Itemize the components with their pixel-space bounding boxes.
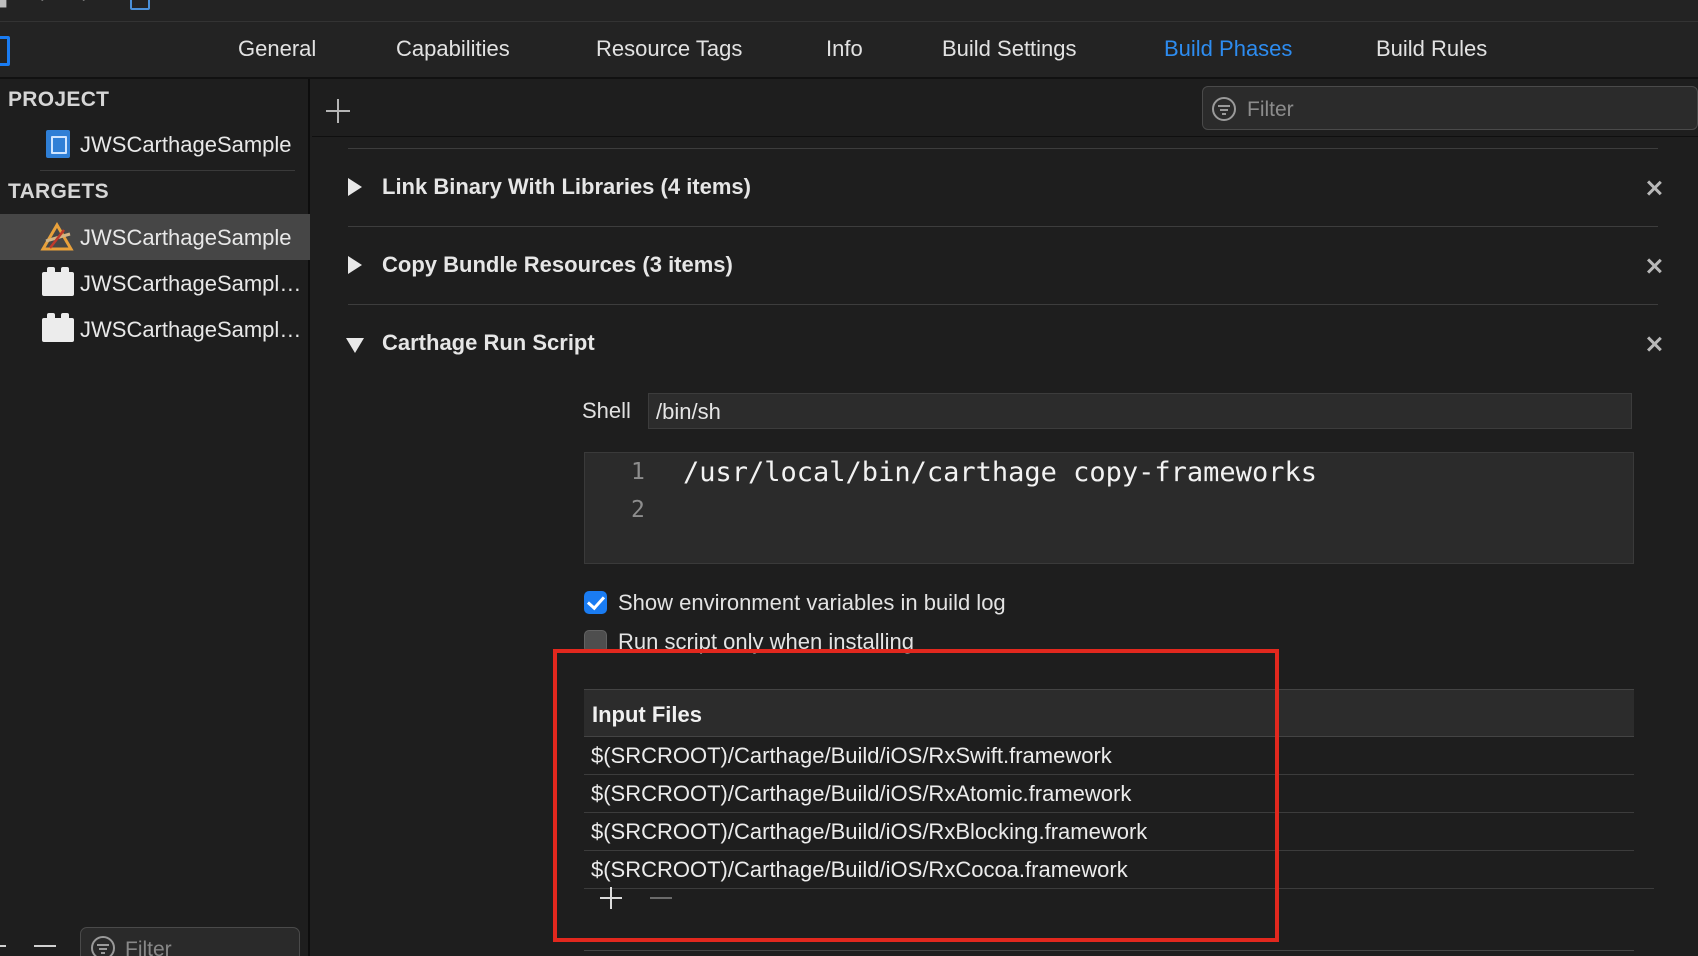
build-phases-editor: Filter Link Binary With Libraries (4 ite… xyxy=(312,79,1698,956)
sidebar-item-target-app[interactable]: JWSCarthageSample xyxy=(0,214,310,260)
delete-phase-run-script-button[interactable] xyxy=(1643,333,1665,355)
phase-title: Copy Bundle Resources (3 items) xyxy=(382,252,733,277)
phase-divider xyxy=(348,304,1658,305)
build-phases-filter-field[interactable]: Filter xyxy=(1202,86,1698,130)
show-env-vars-label: Show environment variables in build log xyxy=(618,590,1006,615)
line-number: 1 xyxy=(631,459,645,485)
tab-capabilities[interactable]: Capabilities xyxy=(396,36,510,62)
add-target-button[interactable] xyxy=(0,945,6,947)
input-files-header: Input Files xyxy=(584,689,1634,737)
sidebar-item-target-tests[interactable]: JWSCarthageSampleTests xyxy=(0,260,310,306)
phase-divider xyxy=(348,148,1658,149)
tab-build-phases[interactable]: Build Phases xyxy=(1164,36,1292,62)
sidebar-item-project[interactable]: JWSCarthageSample xyxy=(0,121,310,167)
shell-value: /bin/sh xyxy=(656,399,721,424)
tab-info[interactable]: Info xyxy=(826,36,863,62)
add-input-file-button[interactable] xyxy=(600,887,622,909)
sidebar-filter-field[interactable]: Filter xyxy=(80,927,300,956)
input-file-path: $(SRCROOT)/Carthage/Build/iOS/RxCocoa.fr… xyxy=(591,857,1128,882)
tab-general[interactable]: General xyxy=(238,36,316,62)
input-file-path: $(SRCROOT)/Carthage/Build/iOS/RxAtomic.f… xyxy=(591,781,1132,806)
line-number: 2 xyxy=(631,497,645,523)
disclosure-triangle-collapsed-icon[interactable] xyxy=(348,178,362,196)
disclosure-triangle-expanded-icon[interactable] xyxy=(346,338,364,353)
tab-build-rules[interactable]: Build Rules xyxy=(1376,36,1487,62)
filter-placeholder: Filter xyxy=(1247,98,1294,121)
input-file-row[interactable]: $(SRCROOT)/Carthage/Build/iOS/RxSwift.fr… xyxy=(584,737,1634,775)
shell-label: Shell xyxy=(582,398,631,423)
window-title-strip: ▌ ‹ › xyxy=(0,0,1698,22)
sidebar-divider xyxy=(40,170,295,171)
script-code-line: /usr/local/bin/carthage copy-frameworks xyxy=(683,457,1317,488)
input-file-path: $(SRCROOT)/Carthage/Build/iOS/RxSwift.fr… xyxy=(591,743,1112,768)
sidebar-item-target-uitests[interactable]: JWSCarthageSampleUITests xyxy=(0,306,310,352)
add-build-phase-button[interactable] xyxy=(326,99,350,123)
remove-target-button[interactable] xyxy=(34,945,56,947)
phase-copy-bundle-resources[interactable]: Copy Bundle Resources (3 items) xyxy=(348,246,1658,286)
project-section-header: PROJECT xyxy=(8,88,110,111)
phase-link-binary[interactable]: Link Binary With Libraries (4 items) xyxy=(348,168,1658,208)
run-only-installing-label: Run script only when installing xyxy=(618,629,914,654)
tab-resource-tags[interactable]: Resource Tags xyxy=(596,36,742,62)
bundle-icon xyxy=(42,313,74,342)
input-files-header-label: Input Files xyxy=(592,702,702,727)
remove-input-file-button[interactable] xyxy=(650,897,672,899)
sidebar-item-label: JWSCarthageSample xyxy=(80,132,292,157)
run-only-installing-checkbox[interactable] xyxy=(584,630,607,653)
shell-input[interactable]: /bin/sh xyxy=(648,393,1632,429)
show-env-vars-checkbox[interactable] xyxy=(584,591,607,614)
phase-title: Link Binary With Libraries (4 items) xyxy=(382,174,751,199)
script-editor[interactable]: 1 /usr/local/bin/carthage copy-framework… xyxy=(584,452,1634,564)
phase-title: Carthage Run Script xyxy=(382,330,595,355)
sidebar-item-label: JWSCarthageSampleUITests xyxy=(80,317,305,342)
targets-section-header: TARGETS xyxy=(8,180,109,203)
input-file-row[interactable]: $(SRCROOT)/Carthage/Build/iOS/RxCocoa.fr… xyxy=(584,851,1654,889)
app-target-icon xyxy=(40,222,74,251)
phase-divider xyxy=(348,226,1658,227)
delete-phase-copy-bundle-button[interactable] xyxy=(1643,255,1665,277)
editor-tab-bar: General Capabilities Resource Tags Info … xyxy=(0,22,1698,79)
input-file-row[interactable]: $(SRCROOT)/Carthage/Build/iOS/RxBlocking… xyxy=(584,813,1634,851)
disclosure-triangle-collapsed-icon[interactable] xyxy=(348,256,362,274)
phase-carthage-run-script[interactable]: Carthage Run Script xyxy=(346,324,1658,364)
bundle-icon xyxy=(42,267,74,296)
filter-icon xyxy=(1212,97,1236,121)
project-targets-sidebar: PROJECT JWSCarthageSample TARGETS JWSCar… xyxy=(0,79,310,956)
sidebar-item-label: JWSCarthageSampleTests xyxy=(80,271,305,296)
filter-icon xyxy=(91,936,115,956)
section-divider xyxy=(584,950,1634,951)
project-file-icon xyxy=(130,0,150,10)
forward-arrow-icon[interactable]: › xyxy=(82,0,88,7)
back-arrow-icon[interactable]: ‹ xyxy=(38,0,44,7)
input-file-row[interactable]: $(SRCROOT)/Carthage/Build/iOS/RxAtomic.f… xyxy=(584,775,1634,813)
scope-selector-icon[interactable] xyxy=(0,36,10,66)
project-file-icon xyxy=(46,130,70,158)
sidebar-edge-fragment: ▌ xyxy=(0,0,13,7)
tab-build-settings[interactable]: Build Settings xyxy=(942,36,1077,62)
sidebar-item-label: JWSCarthageSample xyxy=(80,225,292,250)
input-files-table: Input Files $(SRCROOT)/Carthage/Build/iO… xyxy=(584,689,1654,937)
delete-phase-link-binary-button[interactable] xyxy=(1643,177,1665,199)
input-file-path: $(SRCROOT)/Carthage/Build/iOS/RxBlocking… xyxy=(591,819,1148,844)
toolbar-divider xyxy=(312,136,1698,137)
sidebar-filter-placeholder: Filter xyxy=(125,938,172,956)
